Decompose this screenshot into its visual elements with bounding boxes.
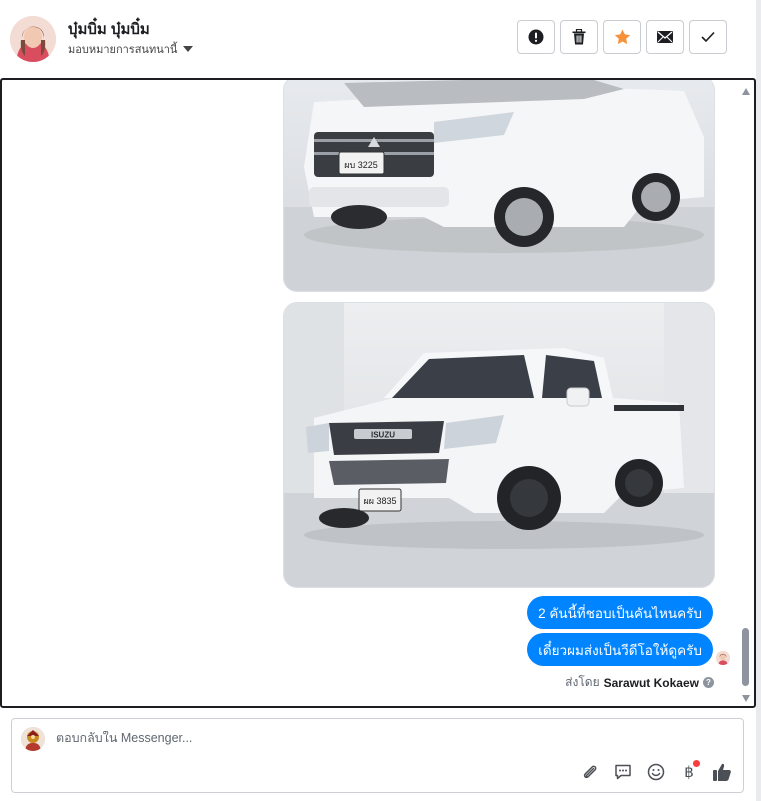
sent-by-prefix: ส่งโดย [565,675,600,689]
paperclip-icon [583,765,597,779]
payment-button[interactable]: ฿ [678,760,700,783]
assign-conversation-dropdown[interactable]: มอบหมายการสนทนานี้ [68,40,194,58]
emoji-icon [647,763,665,781]
attach-button[interactable] [579,761,601,783]
reply-input[interactable] [56,731,556,745]
scroll-up-arrow-icon[interactable] [742,88,750,95]
trash-icon [572,29,586,45]
message-bubble[interactable]: 2 คันนี้ที่ชอบเป็นคันไหนครับ [527,596,713,629]
thread-scrollbar[interactable] [740,84,752,704]
sender-name: Sarawut Kokaew [603,675,699,690]
alert-icon [528,29,544,45]
saved-reply-icon [615,764,631,780]
read-receipt-avatar [716,651,730,665]
notification-dot [693,760,700,767]
envelope-icon [657,31,673,43]
contact-avatar[interactable] [10,16,56,62]
message-image-mitsubishi-pickup[interactable]: ผบ 3225 [283,80,715,292]
mark-done-button[interactable] [689,20,727,54]
delete-button[interactable] [560,20,598,54]
assign-label: มอบหมายการสนทนานี้ [68,44,178,56]
message-thread: ผบ 3225 ISUZU ผผ 3835 2 คันนี้ที่ชอบเป็น… [0,78,756,708]
saved-replies-button[interactable] [612,761,634,783]
star-icon [614,29,630,45]
composer-tools: ฿ [579,760,733,783]
thumbs-up-icon [713,763,731,781]
conversation-header: บุ๋มบิ๋ม บุ๋มบิ๋ม มอบหมายการสนทนานี้ [0,0,754,78]
scrollbar-thumb[interactable] [742,628,749,686]
message-image-isuzu-pickup[interactable]: ISUZU ผผ 3835 [283,302,715,588]
mark-spam-button[interactable] [517,20,555,54]
mark-unread-button[interactable] [646,20,684,54]
sent-by-label: ส่งโดย Sarawut Kokaew ? [565,673,714,692]
messenger-inbox: บุ๋มบิ๋ม บุ๋มบิ๋ม มอบหมายการสนทนานี้ ผบ … [0,0,761,801]
contact-name[interactable]: บุ๋มบิ๋ม บุ๋มบิ๋ม [68,17,150,41]
window-edge [756,0,761,801]
svg-text:ISUZU: ISUZU [371,431,395,440]
header-actions [517,20,727,54]
svg-text:ผบ 3225: ผบ 3225 [344,160,378,170]
baht-icon: ฿ [684,763,694,781]
page-avatar [21,727,45,751]
check-icon [701,31,715,43]
help-icon[interactable]: ? [703,677,714,688]
star-button[interactable] [603,20,641,54]
scroll-down-arrow-icon[interactable] [742,695,750,702]
emoji-button[interactable] [645,761,667,783]
send-like-button[interactable] [711,761,733,783]
reply-composer: ฿ [11,718,744,793]
chevron-down-icon [183,46,194,52]
svg-text:ผผ 3835: ผผ 3835 [363,496,396,506]
message-bubble[interactable]: เดี๋ยวผมส่งเป็นวีดีโอให้ดูครับ [527,633,713,666]
